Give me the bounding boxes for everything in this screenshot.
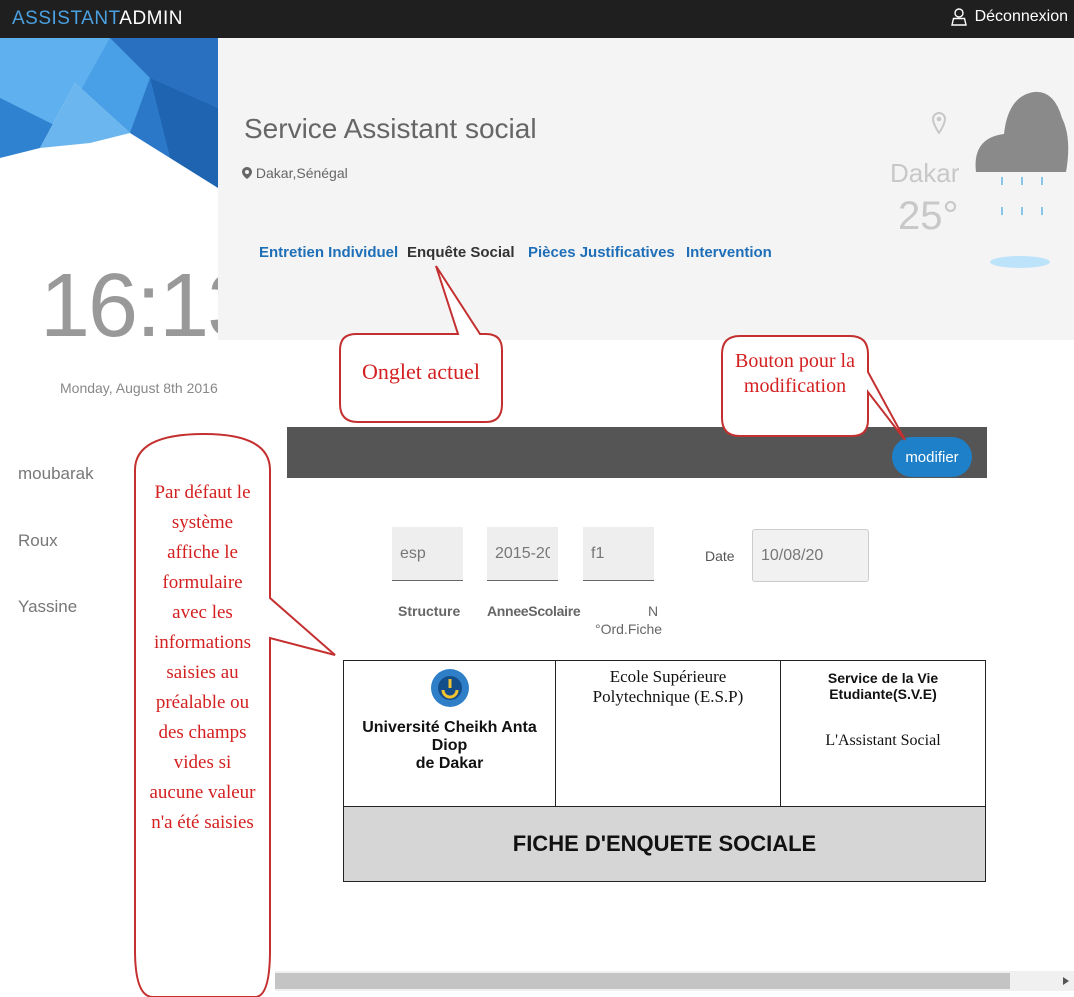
callout-default-line: affiche le [167, 542, 238, 563]
callout-default-line: préalable ou [155, 692, 250, 713]
sidebar-banner-image [0, 38, 218, 228]
weather-location-icon [932, 112, 946, 134]
callout-default-line: avec les [172, 602, 233, 623]
university-name-line2: de Dakar [415, 755, 484, 772]
rain-cloud-icon [975, 91, 1069, 268]
university-cell: Université Cheikh Anta Diop de Dakar [343, 660, 556, 807]
callout-default-line: formulaire [162, 572, 243, 593]
callout-default-line: n'a été saisies [151, 812, 254, 833]
location: Dakar,Sénégal [242, 165, 348, 181]
user-icon [950, 8, 967, 26]
action-bar [287, 427, 987, 478]
weather-temperature: 25° [898, 194, 959, 238]
ordre-fiche-label-line1: N [648, 603, 659, 619]
callout-edit-line1: Bouton pour la [735, 350, 855, 372]
user-item-yassine[interactable]: Yassine [18, 597, 77, 617]
callout-default-line: informations [153, 632, 252, 653]
brand-part2: ADMIN [119, 8, 183, 29]
page-title: Service Assistant social [244, 113, 537, 144]
tab-enquete-social[interactable]: Enquête Social [407, 244, 515, 261]
scroll-right-arrow-icon[interactable] [1062, 976, 1070, 986]
service-name: Service de la Vie Etudiante(S.V.E) [827, 670, 939, 702]
location-label: Dakar,Sénégal [255, 165, 348, 181]
university-logo-icon [430, 669, 469, 707]
user-item-roux[interactable]: Roux [18, 531, 58, 551]
edit-button[interactable]: modifier [892, 437, 972, 477]
service-cell: Service de la Vie Etudiante(S.V.E) L'Ass… [780, 660, 986, 807]
callout-default-form-text: Par défaut le système affiche le formula… [137, 478, 268, 838]
university-name-line1: Université Cheikh Anta Diop [362, 719, 537, 754]
tab-pieces-justificatives[interactable]: Pièces Justificatives [528, 244, 675, 261]
logout-label: Déconnexion [974, 8, 1068, 25]
service-subtitle: L'Assistant Social [825, 732, 941, 749]
callout-default-line: vides si [173, 752, 232, 773]
structure-field[interactable] [392, 527, 463, 581]
callout-current-tab-text: Onglet actuel [362, 359, 480, 384]
tab-intervention[interactable]: Intervention [686, 244, 772, 261]
date-field[interactable] [752, 529, 869, 582]
callout-edit-button-text: Bouton pour la modification [722, 349, 868, 399]
school-cell: Ecole Supérieure Polytechnique (E.S.P) [555, 660, 781, 807]
top-bar: ASSISTANTADMIN Déconnexion [0, 0, 1074, 38]
weather-city: Dakar [890, 158, 960, 188]
logout-button[interactable]: Déconnexion [950, 8, 1068, 26]
date-label: Date [705, 548, 735, 564]
callout-default-line: système [171, 512, 234, 533]
callout-default-line: aucune valeur [149, 782, 256, 803]
callout-default-line: des champs [158, 722, 247, 743]
school-name-line2: Polytechnique (E.S.P) [592, 687, 744, 706]
ordre-fiche-field[interactable] [583, 527, 654, 581]
map-marker-icon [242, 167, 252, 179]
page-header [218, 38, 1074, 340]
annee-scolaire-label: AnneeScolaire [487, 603, 581, 619]
tab-entretien-individuel[interactable]: Entretien Individuel [259, 244, 398, 261]
clock-date: Monday, August 8th 2016 [60, 380, 218, 396]
fiche-title: FICHE D'ENQUETE SOCIALE [343, 806, 986, 882]
user-item-moubarak[interactable]: moubarak [18, 464, 94, 484]
callout-default-line: saisies au [166, 662, 239, 683]
callout-default-line: Par défaut le [154, 482, 251, 503]
document-header-card: Université Cheikh Anta Diop de Dakar Eco… [343, 660, 986, 882]
annee-scolaire-field[interactable] [487, 527, 558, 581]
horizontal-scrollbar[interactable] [275, 971, 1074, 991]
scrollbar-thumb[interactable] [275, 973, 1010, 989]
structure-label: Structure [398, 603, 461, 619]
brand-part1: ASSISTANT [12, 8, 120, 29]
callout-edit-line2: modification [743, 375, 847, 397]
ordre-fiche-label-line2: °Ord.Fiche [595, 621, 663, 637]
brand-logo[interactable]: ASSISTANTADMIN [12, 8, 183, 30]
school-name-line1: Ecole Supérieure [609, 667, 727, 686]
